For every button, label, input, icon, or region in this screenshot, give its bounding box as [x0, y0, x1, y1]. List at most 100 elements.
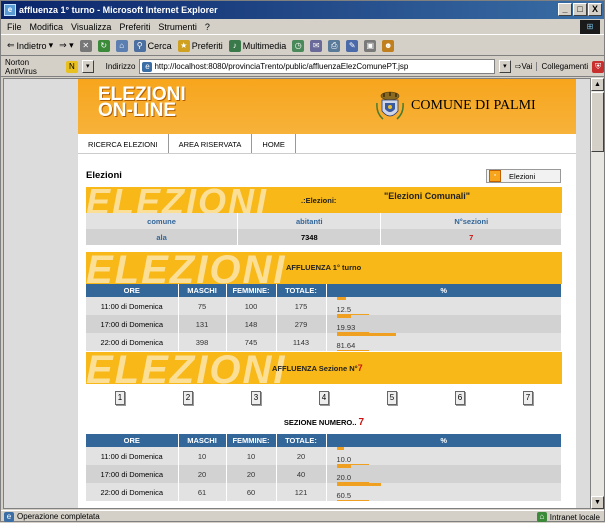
percent-value: 20.0 — [336, 474, 369, 483]
minimize-button[interactable]: _ — [558, 3, 572, 16]
maximize-button[interactable]: □ — [573, 3, 587, 16]
multimedia-label: Multimedia — [242, 40, 287, 51]
info-abitanti-value: 7348 — [237, 229, 382, 245]
col-ore: ORE — [86, 434, 179, 447]
menu-modifica[interactable]: Modifica — [30, 22, 64, 32]
sezione-button-1[interactable]: 1 — [115, 391, 125, 405]
favorites-label: Preferiti — [191, 40, 223, 51]
status-bar: e Operazione completata ⌂ Intranet local… — [1, 510, 604, 522]
close-button[interactable]: X — [588, 3, 602, 16]
percent-value: 19.93 — [336, 324, 369, 333]
totale-cell: 175 — [276, 297, 327, 315]
sezione-button-3[interactable]: 3 — [251, 391, 261, 405]
menu-visualizza[interactable]: Visualizza — [71, 22, 111, 32]
totale-cell: 121 — [276, 483, 327, 501]
totale-cell: 279 — [276, 315, 327, 333]
ore-cell: 17:00 di Domenica — [86, 315, 179, 333]
sezione-button-4[interactable]: 4 — [319, 391, 329, 405]
ore-cell: 17:00 di Domenica — [86, 465, 179, 483]
scroll-thumb[interactable] — [591, 92, 604, 152]
nav-home[interactable]: HOME — [252, 134, 296, 153]
links-button[interactable]: Collegamenti — [536, 62, 588, 71]
sezione-table: ORE MASCHI FEMMINE: TOTALE: % 11:00 di D… — [86, 434, 562, 501]
back-button[interactable]: ⇐ Indietro ▾ — [7, 40, 53, 51]
stop-icon[interactable]: ✕ — [79, 39, 92, 52]
mail-icon[interactable]: ✉ — [310, 39, 323, 52]
col-ore: ORE — [86, 284, 179, 297]
messenger-icon[interactable]: ☻ — [382, 39, 395, 52]
menu-help[interactable]: ? — [205, 22, 210, 32]
toolbar: ⇐ Indietro ▾ ⇒ ▾ ✕ ↻ ⌂ ⚲ Cerca ★ Preferiti ♪… — [1, 36, 604, 56]
sezione-block: ELEZIONI AFFLUENZA Sezione N°7 1 2 3 4 5 6 7 S… — [86, 352, 562, 501]
home-icon[interactable]: ⌂ — [115, 39, 128, 52]
maschi-cell: 61 — [178, 483, 227, 501]
sezione-button-2[interactable]: 2 — [183, 391, 193, 405]
menu-bar: File Modifica Visualizza Preferiti Strum… — [1, 19, 604, 35]
back-dropdown-icon[interactable]: ▾ — [49, 40, 54, 51]
totale-cell: 1143 — [276, 333, 327, 351]
page: ELEZIONI ON-LINE COMUNE DI PALMI RICERCA… — [4, 79, 590, 508]
totale-cell: 20 — [276, 447, 327, 465]
banner-watermark: ELEZIONI — [86, 352, 287, 384]
table-row: 11:00 di Domenica 75 100 175 12.5 — [86, 297, 562, 315]
percent-cell: 81.64 — [326, 333, 562, 351]
menu-strumenti[interactable]: Strumenti — [158, 22, 197, 32]
maschi-cell: 10 — [178, 447, 227, 465]
forward-button[interactable]: ⇒ ▾ — [59, 40, 74, 51]
table-row: 22:00 di Domenica 61 60 121 60.5 — [86, 483, 562, 501]
scroll-down-icon[interactable]: ▼ — [591, 496, 604, 509]
sezione-numero: SEZIONE NUMERO.. 7 — [86, 412, 562, 434]
multimedia-button[interactable]: ♪ Multimedia — [228, 39, 287, 52]
discuss-icon[interactable]: ▣ — [364, 39, 377, 52]
print-icon[interactable]: ⎙ — [328, 39, 341, 52]
media-icon: ♪ — [228, 39, 241, 52]
femmine-cell: 20 — [226, 465, 277, 483]
crest-icon — [376, 91, 404, 120]
address-input[interactable]: e http://localhost:8080/provinciaTrento/… — [139, 59, 495, 74]
sezione-button-7[interactable]: 7 — [523, 391, 533, 405]
elezioni-icon: ▫ — [489, 170, 501, 182]
menu-file[interactable]: File — [7, 22, 22, 32]
sezione-banner: ELEZIONI AFFLUENZA Sezione N°7 — [86, 352, 562, 384]
site-header: ELEZIONI ON-LINE COMUNE DI PALMI — [78, 79, 576, 134]
favorites-button[interactable]: ★ Preferiti — [177, 39, 223, 52]
site-logo[interactable]: ELEZIONI ON-LINE — [98, 85, 186, 120]
sezione-button-5[interactable]: 5 — [387, 391, 397, 405]
elezioni-button[interactable]: ▫ Elezioni — [486, 169, 561, 183]
percent-cell: 19.93 — [326, 315, 562, 333]
percent-value: 60.5 — [336, 492, 369, 501]
search-button[interactable]: ⚲ Cerca — [133, 39, 172, 52]
table-row: 11:00 di Domenica 10 10 20 10.0 — [86, 447, 562, 465]
percent-cell: 12.5 — [326, 297, 562, 315]
address-dropdown[interactable]: ▾ — [498, 60, 511, 73]
norton-icon[interactable]: N — [65, 60, 78, 73]
edit-icon[interactable]: ✎ — [346, 39, 359, 52]
ore-cell: 22:00 di Domenica — [86, 333, 179, 351]
sezione-title: AFFLUENZA Sezione N°7 — [272, 363, 363, 373]
search-icon: ⚲ — [133, 39, 146, 52]
scroll-up-icon[interactable]: ▲ — [591, 78, 604, 91]
go-label: Vai — [521, 62, 533, 71]
info-header-sezioni: N°sezioni — [380, 213, 562, 229]
sezione-numero-label: SEZIONE NUMERO.. — [283, 418, 357, 427]
norton-shield-icon[interactable]: ⛨ — [592, 60, 604, 73]
history-icon[interactable]: ◷ — [292, 39, 305, 52]
nav-ricerca-elezioni[interactable]: RICERCA ELEZIONI — [78, 134, 169, 153]
col-femmine: FEMMINE: — [226, 284, 277, 297]
col-totale: TOTALE: — [276, 434, 327, 447]
refresh-icon[interactable]: ↻ — [97, 39, 110, 52]
vertical-scrollbar[interactable]: ▲ ▼ — [591, 78, 604, 509]
norton-dropdown[interactable]: ▾ — [81, 60, 94, 73]
comune-name: COMUNE DI PALMI — [411, 98, 536, 113]
ie-icon: e — [4, 4, 16, 16]
sezione-button-6[interactable]: 6 — [455, 391, 465, 405]
nav-area-riservata[interactable]: AREA RISERVATA — [169, 134, 253, 153]
site-nav: RICERCA ELEZIONI AREA RISERVATA HOME — [78, 134, 576, 154]
affluenza-table: ORE MASCHI FEMMINE: TOTALE: % 11:00 di D… — [86, 284, 562, 351]
info-table: comune abitanti N°sezioni ala 7348 7 — [86, 213, 562, 245]
go-button[interactable]: ⇨Vai — [515, 62, 533, 71]
menu-preferiti[interactable]: Preferiti — [119, 22, 150, 32]
page-viewport: ELEZIONI ON-LINE COMUNE DI PALMI RICERCA… — [3, 78, 591, 509]
windows-logo-icon: ⊞ — [580, 20, 600, 34]
address-label: Indirizzo — [105, 62, 136, 71]
